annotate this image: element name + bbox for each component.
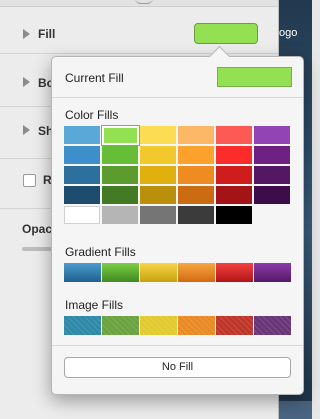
image-fill-swatch[interactable] bbox=[216, 316, 254, 335]
image-fill-swatch[interactable] bbox=[254, 316, 292, 335]
canvas-text: ogo bbox=[279, 27, 298, 39]
no-fill-button[interactable]: No Fill bbox=[64, 357, 291, 378]
color-swatch[interactable] bbox=[64, 166, 101, 185]
reflection-checkbox[interactable] bbox=[23, 174, 36, 187]
color-swatch[interactable] bbox=[216, 166, 253, 185]
color-swatch[interactable] bbox=[140, 126, 177, 145]
canvas-strip bbox=[279, 401, 312, 419]
disclosure-triangle-icon[interactable] bbox=[23, 77, 30, 87]
color-swatch[interactable] bbox=[178, 146, 215, 165]
color-swatch[interactable] bbox=[64, 206, 101, 225]
separator bbox=[52, 97, 303, 98]
separator bbox=[0, 53, 278, 54]
color-swatch[interactable] bbox=[64, 126, 101, 145]
gradient-swatch[interactable] bbox=[140, 263, 178, 282]
color-swatch[interactable] bbox=[64, 146, 101, 165]
current-fill-swatch bbox=[217, 67, 292, 87]
color-swatch[interactable] bbox=[140, 166, 177, 185]
fill-color-well[interactable] bbox=[194, 23, 258, 44]
color-swatch[interactable] bbox=[102, 166, 139, 185]
color-swatch[interactable] bbox=[178, 186, 215, 205]
current-fill-label: Current Fill bbox=[65, 71, 124, 85]
fill-label: Fill bbox=[38, 27, 56, 41]
color-swatch[interactable] bbox=[64, 186, 101, 205]
image-fill-swatch[interactable] bbox=[64, 316, 102, 335]
image-fill-swatch[interactable] bbox=[178, 316, 216, 335]
color-swatch[interactable] bbox=[140, 206, 177, 225]
color-swatch[interactable] bbox=[254, 166, 291, 185]
gradient-swatch[interactable] bbox=[102, 263, 140, 282]
color-swatch[interactable] bbox=[102, 146, 139, 165]
image-fill-swatch[interactable] bbox=[102, 316, 140, 335]
image-fills-label: Image Fills bbox=[65, 298, 124, 312]
color-swatch[interactable] bbox=[140, 186, 177, 205]
disclosure-triangle-icon[interactable] bbox=[23, 29, 30, 39]
gradient-swatch[interactable] bbox=[254, 263, 292, 282]
color-swatch[interactable] bbox=[178, 126, 215, 145]
separator bbox=[52, 345, 303, 346]
color-swatch[interactable] bbox=[254, 146, 291, 165]
color-swatch[interactable] bbox=[102, 186, 139, 205]
color-swatch[interactable] bbox=[254, 126, 291, 145]
panel-nub bbox=[135, 0, 153, 4]
color-swatch[interactable] bbox=[216, 206, 253, 225]
color-swatch[interactable] bbox=[216, 126, 253, 145]
panel-header-edge bbox=[0, 0, 278, 7]
disclosure-triangle-icon[interactable] bbox=[23, 125, 30, 135]
gradient-swatch[interactable] bbox=[64, 263, 102, 282]
color-swatch[interactable] bbox=[102, 206, 139, 225]
fill-popover: Current Fill Color Fills Gradient Fills … bbox=[51, 45, 304, 395]
color-swatch[interactable] bbox=[102, 126, 139, 145]
color-swatch[interactable] bbox=[178, 166, 215, 185]
color-swatch[interactable] bbox=[254, 186, 291, 205]
image-fill-swatch[interactable] bbox=[140, 316, 178, 335]
gradient-swatch[interactable] bbox=[216, 263, 254, 282]
opacity-label: Opac bbox=[22, 222, 53, 236]
color-swatch[interactable] bbox=[140, 146, 177, 165]
color-swatch[interactable] bbox=[178, 206, 215, 225]
color-fills-label: Color Fills bbox=[65, 108, 119, 122]
gradient-fills-label: Gradient Fills bbox=[65, 245, 136, 259]
color-swatch[interactable] bbox=[216, 186, 253, 205]
gradient-swatch[interactable] bbox=[178, 263, 216, 282]
color-swatch[interactable] bbox=[216, 146, 253, 165]
